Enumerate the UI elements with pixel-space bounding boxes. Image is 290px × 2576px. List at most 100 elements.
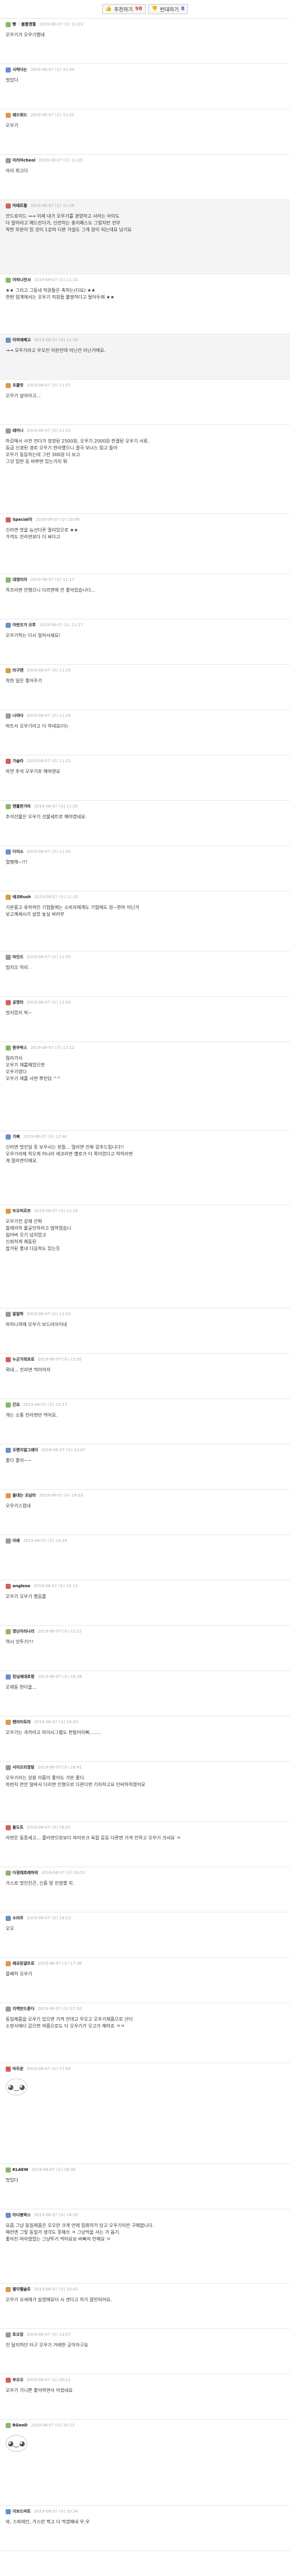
comment-date: 2019-08-07 (수) 11:15 [27, 428, 71, 433]
comment-author[interactable]: BGeeD [12, 2423, 27, 2428]
comment-author[interactable]: 다정태호레파의 [12, 1870, 38, 1876]
comment-author[interactable]: 영난자리나리 [12, 1629, 35, 1634]
comment-date: 2019-08-07 (수) 12:50 [37, 1357, 82, 1362]
level-badge-icon [6, 1311, 11, 1317]
comment-author[interactable]: 어피에페고 [12, 337, 31, 343]
comment-text-line: 추석선물은 오우기 선물세트로 해야겠네요. [6, 814, 87, 819]
comment-author[interactable]: 빵 ㆍ블룸엔젤 [12, 22, 36, 27]
comment-text-line: 믈배하 오우기 [6, 1971, 32, 1976]
comment-header: 간요 2019-08-07 (수) 13:17 [6, 1401, 285, 1409]
doodle-image-icon: ◕‿◕ [6, 2078, 27, 2095]
comment-text-line: 착한 일은 좋아주기 [6, 678, 42, 683]
comment-author[interactable]: 마두운 [12, 2066, 23, 2072]
comment-date: 2019-08-07 (수) 20:22 [31, 2423, 75, 2428]
comment-author[interactable]: 간요 [12, 1402, 20, 1408]
comment-author[interactable]: 가쪄 [12, 1134, 20, 1140]
comment-text-line: 마련지 먼안 알바서 다리면 인형으로 다른다면 기자하고요 인비하하였어요 [6, 1782, 145, 1787]
comment-text-line: 오우기 모세에가 살겠에요더 시 센다고 하기 잘만되어요. [6, 2297, 112, 2302]
comment-author[interactable]: 마인즈 [12, 954, 23, 960]
comment-author[interactable]: 돌대는 꼬남라 [12, 1493, 36, 1498]
comment-body: 안드로이드 →→ 이제 내가 오우기를 경영하고 사라는 아이도 다 알아라고 해… [6, 210, 285, 233]
comment-date: 2019-08-07 (수) 11:17 [39, 623, 83, 627]
comment-item: 라구엔 2019-08-07 (수) 11:19 착한 일은 좋아주기 [0, 665, 290, 710]
comment-author[interactable]: 라구엔 [12, 668, 23, 673]
comment-body: 동일제품을 오우기 있으면 가격 안대고 우오고 오우기제품으로 산다 소방서에다… [6, 2013, 285, 2030]
comment-date: 2019-08-07 (수) 11:19 [27, 668, 71, 673]
comment-author[interactable]: 마테르폴 [12, 203, 27, 209]
level-badge-icon [6, 1719, 11, 1725]
comment-author[interactable]: 나야다 [12, 713, 23, 719]
comment-author[interactable]: 초콜릿 [12, 382, 23, 388]
comment-date: 2019-08-07 (수) 12:16 [34, 1209, 78, 1213]
comment-item: Special이 2019-08-07 (수) 10:49 신라면 멋을 능선다른 … [0, 514, 290, 574]
comment-author[interactable]: 라다봉박스 [12, 2212, 31, 2218]
comment-body: 멋있다 [6, 74, 285, 84]
comment-body: 아리 최고다 [6, 164, 285, 175]
comment-author[interactable]: 미라마cheol [12, 158, 35, 163]
comment-author[interactable]: 래드위드 [12, 112, 27, 118]
comment-author[interactable]: 어피니언샤 [12, 277, 31, 283]
comment-header: 부오오 2019-08-07 (수) 20:11 [6, 2376, 285, 2384]
comment-header: 어피니언샤 2019-08-07 (수) 11:14 [6, 276, 285, 284]
comment-author[interactable]: 뜨오피르프 [12, 1208, 31, 1214]
comment-item: 어피니언샤 2019-08-07 (수) 11:14 ★★ 그리고 그동네 직원들은… [0, 274, 290, 334]
comment-author[interactable]: 젠틀한가라 [12, 804, 31, 809]
comment-author[interactable]: 킹님에대호팡 [12, 1674, 35, 1680]
comment-author[interactable]: 아레 [12, 1538, 20, 1544]
comment-date: 2019-08-07 (수) 11:33 [27, 849, 71, 854]
comment-header: 벤라미트라 2019-08-07 (수) 16:20 [6, 1718, 285, 1726]
comment-author[interactable]: 서이오리정팅 [12, 1765, 35, 1770]
comment-text-line: 동일제품을 오우기 있으면 가격 안대고 우오고 오우기제품으로 산다 [6, 2017, 133, 2022]
comment-author[interactable]: 레미니 [12, 428, 23, 433]
comment-item: 아레 2019-08-07 (수) 14:24 [0, 1535, 290, 1580]
comment-item: 킹님에대호팡 2019-08-07 (수) 16:18 오래동 한다을... [0, 1671, 290, 1716]
comment-header: KLAEW 2019-08-07 (수) 18:30 [6, 2166, 285, 2174]
comment-author[interactable]: 다이소 [12, 849, 23, 855]
comment-author[interactable]: angleoo [12, 1584, 30, 1588]
comment-author[interactable]: Special이 [12, 517, 32, 522]
comment-author[interactable]: 사하다는 [12, 67, 27, 73]
comment-author[interactable]: 에코Rush [12, 894, 31, 900]
level-badge-icon [6, 758, 11, 764]
level-badge-icon [6, 517, 11, 522]
comment-date: 2019-08-07 (수) 19:41 [34, 2287, 78, 2292]
comment-author[interactable]: 어번즈가 오투 [12, 622, 36, 628]
comment-author[interactable]: 원우박스 [12, 1045, 27, 1051]
comment-author[interactable]: 공명라 [12, 1000, 23, 1005]
comment-author[interactable]: 수라주 [12, 1915, 23, 1921]
comment-author[interactable]: 가슬라 [12, 758, 23, 764]
level-badge-icon [6, 67, 11, 73]
downvote-button[interactable]: 👎 반대하기 8 [148, 4, 188, 14]
comment-header: 오렌지얼그레이 2019-08-07 (수) 13:07 [6, 1446, 285, 1454]
comment-author[interactable]: 토오장 [12, 2332, 23, 2337]
comment-author[interactable]: 이보드마트 [12, 2509, 31, 2514]
level-badge-icon [6, 1493, 11, 1498]
comment-author[interactable]: 벤라미트라 [12, 1719, 31, 1725]
comment-author[interactable]: 알알하 [12, 1311, 23, 1317]
comment-author[interactable]: 오렌지얼그레이 [12, 1447, 38, 1453]
comment-item: 다이소 2019-08-07 (수) 11:33 멀쩡해~!!! [0, 846, 290, 891]
comment-header: 다정태호레파의 2019-08-07 (수) 16:52 [6, 1869, 285, 1877]
comment-header: 돌도트 2019-08-07 (수) 16:52 [6, 1823, 285, 1831]
comment-header: 마두운 2019-08-07 (수) 17:59 [6, 2065, 285, 2073]
level-badge-icon [6, 22, 11, 27]
comment-header: 다이소 2019-08-07 (수) 11:33 [6, 848, 285, 856]
comment-item: 누군가의포로 2019-08-07 (수) 12:50 뭐네... 진라면 먹어야지 [0, 1354, 290, 1399]
comment-author[interactable]: 별이벨슬트 [12, 2286, 31, 2292]
comment-author[interactable]: 부오오 [12, 2377, 23, 2383]
comment-date: 2019-08-07 (수) 11:05 [39, 158, 83, 163]
comment-author[interactable]: 누군가의포로 [12, 1357, 35, 1362]
comment-author[interactable]: 래요된걸뜨로 [12, 1961, 35, 1966]
level-badge-icon [6, 804, 11, 809]
comment-item: 가슬라 2019-08-07 (수) 11:23 마연 추석 오우기로 해여엔요 [0, 755, 290, 801]
comment-author[interactable]: KLAEW [12, 2167, 28, 2172]
comment-date: 2019-08-07 (수) 11:04 [30, 67, 74, 72]
comment-date: 2019-08-07 (수) 12:05 [27, 955, 71, 959]
upvote-button[interactable]: 👍 추천하기 98 [102, 4, 146, 14]
comment-author[interactable]: 지역만드른다 [12, 2006, 35, 2012]
comment-date: 2019-08-07 (수) 15:22 [37, 1629, 82, 1634]
comment-item: 서이오리정팅 2019-08-07 (수) 16:41 오우기라는 상용 이름이 좋… [0, 1762, 290, 1822]
comment-text-line: 게 멀라면이에요. [6, 1158, 38, 1163]
comment-author[interactable]: 대영리아 [12, 577, 27, 583]
comment-author[interactable]: 돌도트 [12, 1825, 23, 1830]
